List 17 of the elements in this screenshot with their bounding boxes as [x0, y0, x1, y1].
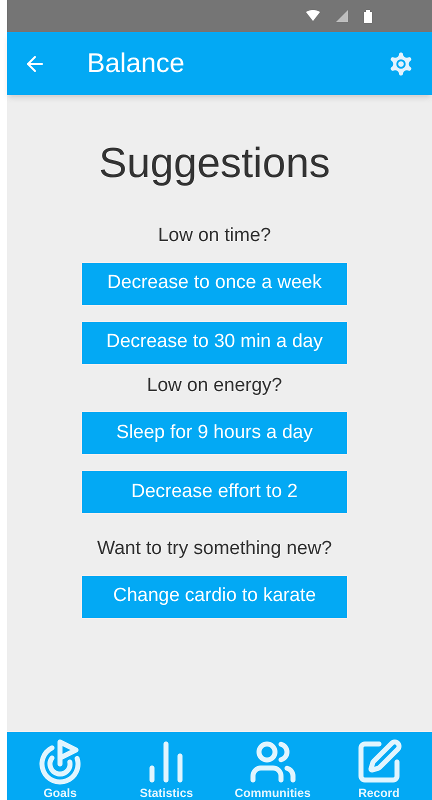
app-bar-title: Balance	[87, 47, 186, 80]
suggestion-button[interactable]: Decrease to once a week	[82, 262, 347, 304]
nav-tab[interactable]: Statistics	[116, 738, 216, 800]
signal-icon	[336, 10, 348, 22]
suggestion-button[interactable]: Sleep for 9 hours a day	[82, 412, 347, 454]
nav-tab[interactable]: Record	[328, 738, 429, 800]
wifi-icon	[306, 10, 320, 22]
section-label: Low on time?	[158, 224, 271, 248]
suggestion-button[interactable]: Decrease to 30 min a day	[82, 322, 347, 364]
page-heading: Suggestions	[98, 138, 330, 188]
battery-icon	[364, 10, 372, 22]
nav-tab[interactable]: Goals	[10, 738, 110, 800]
section-label: Low on energy?	[146, 374, 282, 398]
suggestion-button[interactable]: Change cardio to karate	[82, 576, 347, 618]
section-label: Want to try something new?	[97, 537, 332, 561]
nav-tab[interactable]: Communities	[222, 738, 323, 800]
suggestion-button[interactable]: Decrease effort to 2	[82, 471, 347, 513]
